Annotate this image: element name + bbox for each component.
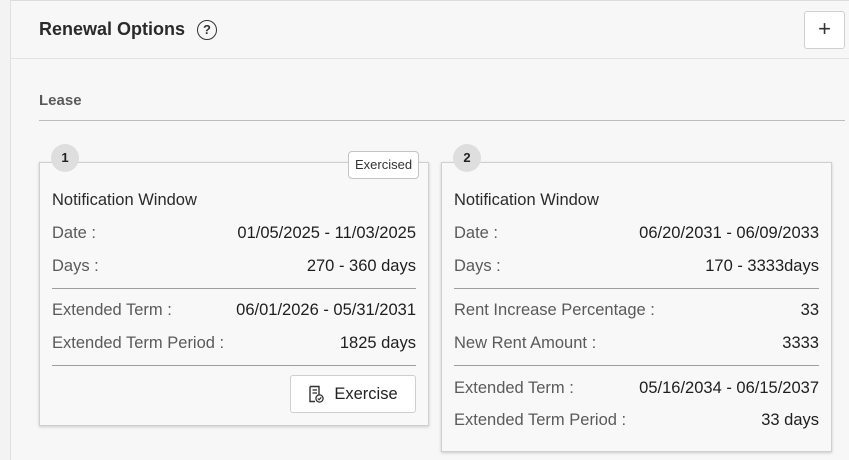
section-label: Lease [39, 92, 82, 109]
card-divider [52, 365, 416, 366]
extended-term-period-label: Extended Term Period : [454, 411, 627, 429]
card-divider [454, 365, 819, 366]
card-heading: Notification Window [52, 191, 197, 209]
extended-term-value: 06/01/2026 - 05/31/2031 [236, 301, 416, 319]
section-divider [39, 120, 845, 121]
extended-term-label: Extended Term : [52, 301, 172, 319]
renewal-option-card: Notification Window Date : 01/05/2025 - … [39, 162, 429, 426]
add-renewal-option-button[interactable]: + [804, 11, 845, 49]
days-value: 270 - 360 days [306, 257, 416, 275]
card-heading: Notification Window [454, 191, 599, 209]
option-number-badge: 1 [51, 144, 79, 172]
date-value: 01/05/2025 - 11/03/2025 [237, 224, 416, 242]
new-rent-amount-label: New Rent Amount : [454, 334, 597, 352]
extended-term-period-value: 33 days [761, 411, 819, 429]
panel-title: Renewal Options [39, 19, 186, 39]
card-divider [454, 288, 819, 289]
extended-term-value: 05/16/2034 - 06/15/2037 [639, 379, 819, 397]
extended-term-period-value: 1825 days [339, 334, 416, 352]
help-icon[interactable]: ? [197, 20, 217, 40]
exercise-button[interactable]: Exercise [290, 375, 416, 413]
exercise-button-label: Exercise [334, 384, 398, 403]
new-rent-amount-value: 3333 [782, 334, 819, 352]
exercised-status-tag: Exercised [348, 151, 420, 179]
date-value: 06/20/2031 - 06/09/2033 [639, 224, 819, 242]
extended-term-label: Extended Term : [454, 379, 574, 397]
days-label: Days : [454, 257, 501, 275]
date-label: Date : [52, 224, 97, 242]
days-label: Days : [52, 257, 99, 275]
extended-term-period-label: Extended Term Period : [52, 334, 225, 352]
document-check-icon [309, 385, 325, 403]
card-divider [52, 288, 416, 289]
days-value: 170 - 3333days [705, 257, 819, 275]
renewal-option-card: Notification Window Date : 06/20/2031 - … [441, 162, 832, 452]
rent-increase-percentage-label: Rent Increase Percentage : [454, 301, 655, 319]
rent-increase-percentage-value: 33 [800, 301, 819, 319]
date-label: Date : [454, 224, 499, 242]
panel-header: Renewal Options ? + [11, 1, 849, 59]
option-number-badge: 2 [453, 144, 481, 172]
